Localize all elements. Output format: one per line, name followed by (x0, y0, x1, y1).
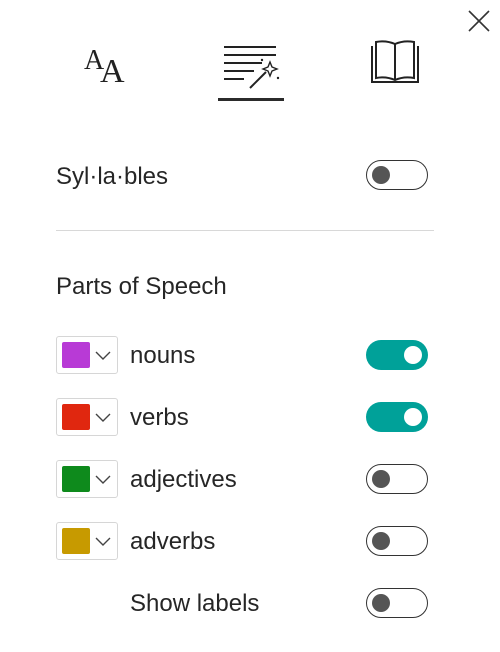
tab-grammar-options[interactable] (218, 38, 286, 94)
adverbs-label: adverbs (130, 528, 216, 555)
syllables-label: Syl·la·bles (56, 163, 169, 190)
adverbs-color-picker[interactable] (56, 522, 118, 560)
nouns-color-swatch (62, 342, 90, 368)
show-labels-label: Show labels (130, 590, 260, 617)
chevron-down-icon (95, 413, 111, 422)
book-icon (371, 40, 419, 83)
adjectives-toggle[interactable] (366, 464, 428, 494)
tab-text-preferences[interactable]: A A (80, 38, 134, 90)
toggle-knob (372, 470, 390, 488)
toggle-knob (404, 346, 422, 364)
verbs-label: verbs (130, 404, 189, 431)
adverbs-toggle[interactable] (366, 526, 428, 556)
tab-reading-preferences[interactable] (366, 38, 424, 90)
nouns-color-picker[interactable] (56, 336, 118, 374)
chevron-down-icon (95, 475, 111, 484)
svg-text:A: A (100, 53, 125, 90)
toggle-knob (404, 408, 422, 426)
adjectives-color-swatch (62, 466, 90, 492)
close-icon (468, 10, 490, 32)
syllables-toggle[interactable] (366, 160, 428, 190)
toggle-knob (372, 532, 390, 550)
nouns-toggle[interactable] (366, 340, 428, 370)
immersive-reader-settings-panel: A A Syl·la·bles Parts of Speech nouns ve… (0, 0, 500, 652)
parts-of-speech-heading: Parts of Speech (56, 273, 227, 300)
verbs-toggle[interactable] (366, 402, 428, 432)
divider (56, 230, 434, 231)
adjectives-label: adjectives (130, 466, 237, 493)
grammar-options-icon (224, 46, 280, 89)
chevron-down-icon (95, 537, 111, 546)
toggle-knob (372, 166, 390, 184)
verbs-color-swatch (62, 404, 90, 430)
adverbs-color-swatch (62, 528, 90, 554)
active-tab-indicator (218, 98, 284, 101)
chevron-down-icon (95, 351, 111, 360)
show-labels-toggle[interactable] (366, 588, 428, 618)
nouns-label: nouns (130, 342, 196, 369)
verbs-color-picker[interactable] (56, 398, 118, 436)
text-size-icon: A A (84, 45, 125, 90)
adjectives-color-picker[interactable] (56, 460, 118, 498)
close-button[interactable] (466, 8, 492, 34)
toggle-knob (372, 594, 390, 612)
